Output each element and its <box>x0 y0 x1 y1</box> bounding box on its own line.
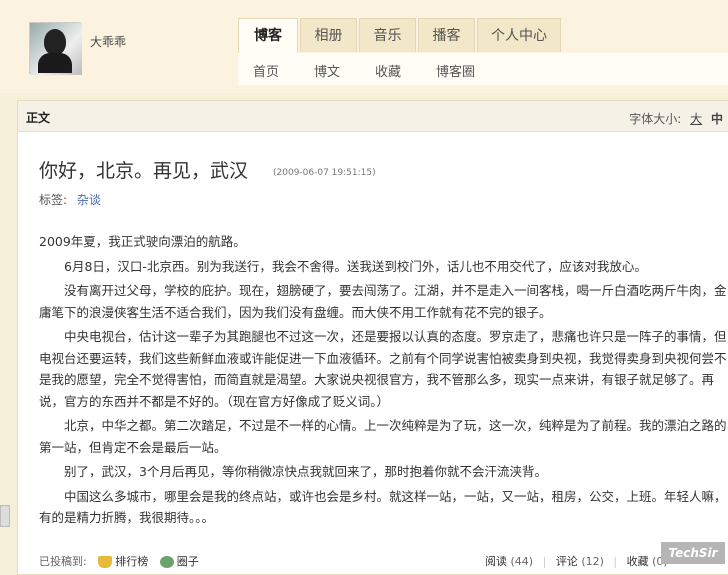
article-stats: 阅读 (44) | 评论 (12) | 收藏 (0) <box>485 555 668 568</box>
tab-music[interactable]: 音乐 <box>359 18 416 52</box>
subnav-favorites[interactable]: 收藏 <box>375 61 401 80</box>
tab-album[interactable]: 相册 <box>300 18 357 52</box>
paragraph: 别了，武汉，3个月后再见，等你稍微凉快点我就回来了，那时抱着你就不会汗流浃背。 <box>64 464 547 479</box>
read-count: (44) <box>510 555 534 568</box>
circle-link[interactable]: 圈子 <box>177 555 199 568</box>
article-tags: 标签: 杂谈 <box>39 191 101 208</box>
article-date: (2009-06-07 19:51:15) <box>273 168 376 178</box>
watermark-logo: TechSir <box>661 542 725 564</box>
font-size-large-link[interactable]: 大 <box>690 112 702 126</box>
panel-header: 正文 字体大小: 大 中 <box>18 101 728 132</box>
paragraph: 中央电视台，估计这一辈子为其跑腿也不过这一次，还是要报以认真的态度。罗京走了，悲… <box>39 329 727 409</box>
font-size-medium-link[interactable]: 中 <box>711 112 723 126</box>
blog-header: 大乖乖 博客 相册 音乐 播客 个人中心 首页 博文 收藏 博客圈 <box>0 0 728 93</box>
tag-link[interactable]: 杂谈 <box>77 193 101 207</box>
comment-count: (12) <box>581 555 604 568</box>
subnav-blog-circle[interactable]: 博客圈 <box>436 61 475 80</box>
article-title: 你好，北京。再见，武汉 <box>39 160 249 182</box>
paragraph: 2009年夏，我正式驶向漂泊的航路。 <box>39 234 246 249</box>
font-size-label: 字体大小: <box>629 112 682 126</box>
tab-blog[interactable]: 博客 <box>238 18 298 54</box>
collect-link[interactable]: 收藏 <box>627 555 649 568</box>
article-panel: 正文 字体大小: 大 中 你好，北京。再见，武汉 (2009-06-07 19:… <box>17 100 728 575</box>
tags-label: 标签: <box>39 193 68 207</box>
rank-link[interactable]: 排行榜 <box>115 555 148 568</box>
read-link[interactable]: 阅读 <box>485 555 507 568</box>
subnav-home[interactable]: 首页 <box>253 61 279 80</box>
circle-icon <box>159 556 174 568</box>
paragraph: 没有离开过父母，学校的庇护。现在，翅膀硬了，要去闯荡了。江湖，并不是走入一间客栈… <box>39 283 727 320</box>
sub-navigation: 首页 博文 收藏 博客圈 <box>238 53 728 85</box>
paragraph: 北京，中华之都。第二次踏足，不过是不一样的心情。上一次纯粹是为了玩，这一次，纯粹… <box>39 418 727 455</box>
avatar[interactable] <box>29 22 82 75</box>
paragraph: 中国这么多城市，哪里会是我的终点站，或许也会是乡村。就这样一站，一站，又一站，租… <box>39 488 727 526</box>
paragraph: 6月8日，汉口-北京西。别为我送行，我会不舍得。送我送到校门外，话儿也不用交代了… <box>64 258 647 274</box>
side-scroll-handle[interactable] <box>0 505 10 527</box>
main-tabs: 博客 相册 音乐 播客 个人中心 <box>238 18 563 54</box>
panel-label: 正文 <box>26 111 51 125</box>
tab-personal-center[interactable]: 个人中心 <box>477 18 561 52</box>
subnav-posts[interactable]: 博文 <box>314 61 340 80</box>
trophy-icon <box>98 556 113 568</box>
posted-to: 已投稿到: 排行榜 圈子 <box>39 553 199 569</box>
comment-link[interactable]: 评论 <box>556 555 578 568</box>
username[interactable]: 大乖乖 <box>90 33 126 50</box>
posted-to-label: 已投稿到: <box>39 555 87 568</box>
article-body: 2009年夏，我正式驶向漂泊的航路。 6月8日，汉口-北京西。别为我送行，我会不… <box>39 231 728 532</box>
tab-podcast[interactable]: 播客 <box>418 18 475 52</box>
font-size-control: 字体大小: 大 中 <box>629 110 723 127</box>
